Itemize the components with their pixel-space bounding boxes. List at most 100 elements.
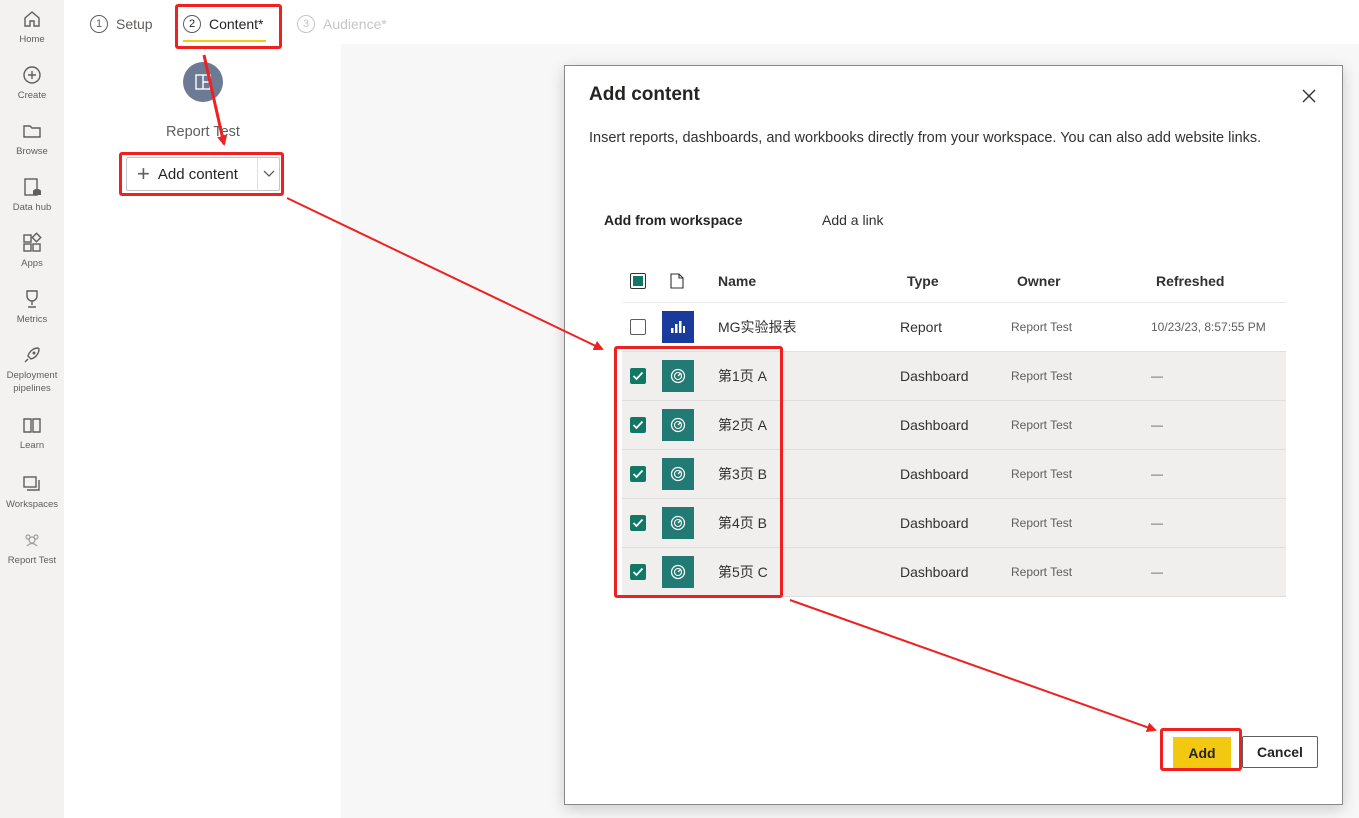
nav-report-test-label: Report Test: [7, 555, 57, 566]
nav-data-hub-label: Data hub: [12, 202, 52, 213]
add-content-button[interactable]: + Add content: [127, 158, 257, 190]
row-refreshed: —: [1151, 516, 1163, 530]
nav-browse[interactable]: Browse: [0, 120, 64, 158]
check-icon: [632, 469, 644, 479]
dashboard-icon: [662, 507, 694, 539]
rocket-icon: [24, 347, 40, 363]
add-button[interactable]: Add: [1173, 737, 1231, 769]
nav-create-label: Create: [17, 90, 47, 101]
cancel-button[interactable]: Cancel: [1242, 736, 1318, 768]
row-name: 第3页 B: [718, 466, 768, 482]
row-checkbox[interactable]: [630, 515, 646, 531]
add-content-dropdown[interactable]: [257, 158, 279, 190]
nav-learn-label: Learn: [19, 440, 45, 451]
nav-home[interactable]: Home: [0, 8, 64, 46]
row-refreshed: —: [1151, 565, 1163, 579]
add-content-split-button: + Add content: [126, 157, 280, 191]
row-owner: Report Test: [1011, 516, 1073, 530]
nav-learn[interactable]: Learn: [0, 414, 64, 452]
step-content[interactable]: 2 Content*: [183, 15, 263, 33]
check-icon: [632, 518, 644, 528]
row-refreshed: —: [1151, 467, 1163, 481]
add-content-label: Add content: [157, 165, 238, 183]
tab-add-from-workspace[interactable]: Add from workspace: [604, 212, 742, 228]
chevron-down-icon: [263, 170, 275, 177]
table-row[interactable]: 第5页 C Dashboard Report Test —: [622, 548, 1286, 597]
column-refreshed[interactable]: Refreshed: [1156, 259, 1224, 302]
nav-data-hub[interactable]: Data hub: [0, 176, 64, 214]
folder-icon: [23, 125, 41, 138]
dialog-description: Insert reports, dashboards, and workbook…: [589, 130, 1262, 146]
plus-circle-icon: [23, 66, 41, 84]
row-type: Dashboard: [900, 368, 969, 384]
add-content-dialog: Add content Insert reports, dashboards, …: [564, 65, 1343, 805]
table-row[interactable]: 第4页 B Dashboard Report Test —: [622, 499, 1286, 548]
step-label: Setup: [116, 16, 153, 32]
workspaces-icon: [23, 476, 40, 491]
nav-report-test[interactable]: Report Test: [0, 529, 64, 567]
dashboard-icon: [662, 360, 694, 392]
close-button[interactable]: [1299, 86, 1319, 106]
file-type-column: [670, 259, 684, 302]
row-type: Dashboard: [900, 515, 969, 531]
dialog-title: Add content: [589, 84, 700, 105]
dashboard-icon: [662, 458, 694, 490]
trophy-icon: [26, 290, 38, 308]
nav-apps[interactable]: Apps: [0, 232, 64, 270]
nav-home-label: Home: [19, 34, 45, 45]
document-icon: [670, 272, 684, 289]
column-name[interactable]: Name: [718, 259, 756, 302]
row-refreshed: —: [1151, 369, 1163, 383]
row-checkbox[interactable]: [630, 564, 646, 580]
nav-workspaces[interactable]: Workspaces: [0, 473, 64, 511]
row-type: Dashboard: [900, 466, 969, 482]
table-row[interactable]: 第3页 B Dashboard Report Test —: [622, 450, 1286, 499]
select-all-cell: [630, 259, 646, 302]
table-header: Name Type Owner Refreshed: [622, 259, 1286, 303]
nav-metrics[interactable]: Metrics: [0, 288, 64, 326]
row-checkbox[interactable]: [630, 417, 646, 433]
row-owner: Report Test: [1011, 369, 1073, 383]
tab-add-a-link[interactable]: Add a link: [822, 212, 883, 228]
column-type[interactable]: Type: [907, 259, 939, 302]
check-icon: [632, 420, 644, 430]
row-type: Dashboard: [900, 564, 969, 580]
active-step-indicator: [183, 40, 266, 42]
nav-create[interactable]: Create: [0, 64, 64, 102]
column-owner[interactable]: Owner: [1017, 259, 1061, 302]
plus-icon: +: [137, 161, 150, 186]
row-name: 第5页 C: [718, 564, 768, 580]
row-name: 第1页 A: [718, 368, 768, 384]
check-icon: [632, 567, 644, 577]
nav-apps-label: Apps: [21, 258, 43, 269]
app-layout-icon: [195, 74, 211, 90]
dashboard-icon: [662, 409, 694, 441]
row-owner: Report Test: [1011, 565, 1073, 579]
row-checkbox[interactable]: [630, 319, 646, 335]
left-nav: Home Create Browse Data hub Apps Metrics…: [0, 0, 64, 818]
row-owner: Report Test: [1011, 418, 1073, 432]
row-name: 第4页 B: [718, 515, 768, 531]
row-type: Report: [900, 319, 943, 335]
nav-deployment-pipelines-label: Deployment pipelines: [6, 370, 58, 394]
step-setup[interactable]: 1 Setup: [90, 15, 153, 33]
row-type: Dashboard: [900, 417, 969, 433]
step-label: Content*: [209, 16, 264, 32]
workspace-avatar-icon: [25, 534, 39, 547]
step-audience[interactable]: 3 Audience*: [297, 15, 387, 33]
row-checkbox[interactable]: [630, 466, 646, 482]
nav-deployment-pipelines[interactable]: Deployment pipelines: [0, 344, 64, 395]
select-all-checkbox[interactable]: [630, 272, 646, 289]
nav-browse-label: Browse: [16, 146, 48, 157]
row-name: 第2页 A: [718, 417, 768, 433]
table-row[interactable]: MG实验报表 Report Report Test 10/23/23, 8:57…: [622, 303, 1286, 352]
app-name: Report Test: [166, 124, 240, 140]
step-number: 1: [90, 15, 108, 33]
row-checkbox[interactable]: [630, 368, 646, 384]
report-icon: [662, 311, 694, 343]
table-row[interactable]: 第1页 A Dashboard Report Test —: [622, 352, 1286, 401]
table-row[interactable]: 第2页 A Dashboard Report Test —: [622, 401, 1286, 450]
check-icon: [632, 371, 644, 381]
row-name: MG实验报表: [718, 319, 797, 335]
row-owner: Report Test: [1011, 467, 1073, 481]
